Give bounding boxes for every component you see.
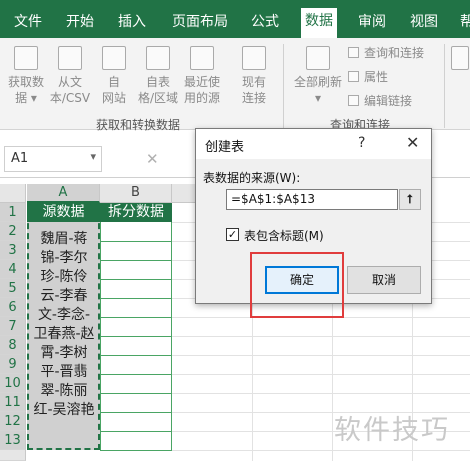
row-header[interactable]: 5 (0, 279, 26, 298)
from-table-range-label: 自表 格/区域 (137, 75, 179, 105)
row-header[interactable]: 11 (0, 393, 26, 412)
has-headers-label[interactable]: 表包含标题(M) (244, 227, 324, 244)
chevron-down-icon[interactable]: ▾ (90, 150, 96, 163)
menu-insert[interactable]: 插入 (118, 11, 146, 31)
gridline (100, 298, 172, 299)
gridline (172, 450, 470, 451)
bank-icon (451, 46, 469, 70)
collapse-dialog-button[interactable]: ⭡ (399, 189, 421, 210)
get-data-button[interactable]: 获取数 据 ▾ (4, 44, 48, 106)
cancel-entry-icon[interactable]: ✕ (146, 150, 159, 168)
queries-connections-button[interactable]: 查询和连接 (348, 44, 424, 61)
properties-button[interactable]: 属性 (348, 68, 388, 85)
gridline (100, 260, 172, 261)
from-table-range-button[interactable]: 自表 格/区域 (136, 44, 180, 106)
highlight-annotation (250, 252, 344, 318)
recent-sources-button[interactable]: 最近使 用的源 (180, 44, 224, 106)
menu-bar: 文件 开始 插入 页面布局 公式 数据 审阅 视图 帮 (0, 0, 470, 38)
help-icon[interactable]: ? (358, 135, 365, 151)
table-icon (146, 46, 170, 70)
get-transform-group-label: 获取和转换数据 (96, 118, 181, 132)
row-header[interactable]: 7 (0, 317, 26, 336)
gridline (100, 241, 172, 242)
name-box[interactable]: A1 ▾ (4, 146, 102, 172)
row-header[interactable]: 6 (0, 298, 26, 317)
ribbon: 获取数 据 ▾ 从文 本/CSV 自 网站 自表 格/区域 最近使 用的源 现有… (0, 38, 470, 132)
gridline (100, 412, 172, 413)
edit-links-label: 编辑链接 (364, 94, 413, 108)
refresh-all-button[interactable]: 全部刷新 ▾ (290, 44, 346, 106)
watermark: 软件技巧 (334, 415, 450, 446)
gridline (172, 374, 470, 375)
gridline (100, 336, 172, 337)
menu-data[interactable]: 数据 (301, 8, 337, 38)
gridline (100, 393, 172, 394)
refresh-all-label: 全部刷新 ▾ (293, 75, 342, 105)
gridline (172, 393, 470, 394)
existing-connection-icon (242, 46, 266, 70)
row-header[interactable]: 4 (0, 260, 26, 279)
row-header[interactable]: 1 (0, 203, 26, 222)
text-file-icon (58, 46, 82, 70)
menu-file[interactable]: 文件 (14, 11, 42, 31)
ribbon-separator (283, 44, 284, 128)
existing-connections-button[interactable]: 现有 连接 (232, 44, 276, 106)
properties-icon (348, 71, 359, 82)
gridline (100, 431, 172, 432)
dialog-titlebar[interactable]: 创建表 ? ✕ (196, 129, 431, 159)
menu-formulas[interactable]: 公式 (251, 11, 279, 31)
row-header[interactable] (0, 450, 26, 461)
from-web-button[interactable]: 自 网站 (92, 44, 136, 106)
column-header-a[interactable]: A (27, 184, 100, 203)
web-icon (102, 46, 126, 70)
gridline (172, 355, 470, 356)
range-input[interactable]: =$A$1:$A$13 (226, 189, 398, 210)
from-web-label: 自 网站 (101, 75, 126, 105)
cell-b1[interactable]: 拆分数据 (100, 203, 172, 222)
from-text-csv-button[interactable]: 从文 本/CSV (48, 44, 92, 106)
row-header[interactable]: 13 (0, 431, 26, 450)
row-header[interactable]: 9 (0, 355, 26, 374)
menu-view[interactable]: 视图 (410, 11, 438, 31)
gridline (100, 279, 172, 280)
row-header[interactable]: 8 (0, 336, 26, 355)
menu-review[interactable]: 审阅 (358, 11, 386, 31)
queries-icon (348, 47, 359, 58)
stocks-button[interactable] (450, 44, 470, 74)
properties-label: 属性 (364, 70, 389, 84)
gridline (100, 450, 172, 451)
select-all-corner[interactable] (0, 184, 26, 203)
row-header[interactable]: 3 (0, 241, 26, 260)
column-header-b[interactable]: B (100, 184, 172, 203)
edit-links-button[interactable]: 编辑链接 (348, 92, 412, 109)
ribbon-separator-2 (444, 44, 445, 128)
queries-connections-label: 查询和连接 (364, 46, 425, 60)
source-label: 表数据的来源(W): (203, 171, 301, 185)
row-header[interactable]: 2 (0, 222, 26, 241)
cancel-button[interactable]: 取消 (347, 266, 421, 294)
cell-a2-text: 魏眉-蒋锦-李尔珍-陈伶云-李春文-李念-卫春燕-赵霄-李树平-晋翡翠-陈丽红-… (33, 231, 95, 418)
gridline (172, 336, 470, 337)
recent-sources-label: 最近使 用的源 (183, 75, 220, 105)
get-data-label: 获取数 据 ▾ (7, 75, 44, 105)
database-icon (14, 46, 38, 70)
has-headers-checkbox[interactable]: ✓ (226, 228, 239, 241)
existing-connections-label: 现有 连接 (241, 75, 266, 105)
menu-page-layout[interactable]: 页面布局 (172, 11, 228, 31)
name-box-value: A1 (11, 151, 29, 166)
menu-home[interactable]: 开始 (66, 11, 94, 31)
gridline (100, 374, 172, 375)
close-icon[interactable]: ✕ (406, 133, 419, 152)
menu-help[interactable]: 帮 (460, 11, 470, 31)
dialog-title: 创建表 (205, 140, 245, 155)
gridline (100, 317, 172, 318)
recent-source-icon (190, 46, 214, 70)
refresh-icon (306, 46, 330, 70)
row-header[interactable]: 10 (0, 374, 26, 393)
row-header[interactable]: 12 (0, 412, 26, 431)
edit-links-icon (348, 95, 359, 106)
from-text-csv-label: 从文 本/CSV (49, 75, 91, 105)
gridline (100, 355, 172, 356)
